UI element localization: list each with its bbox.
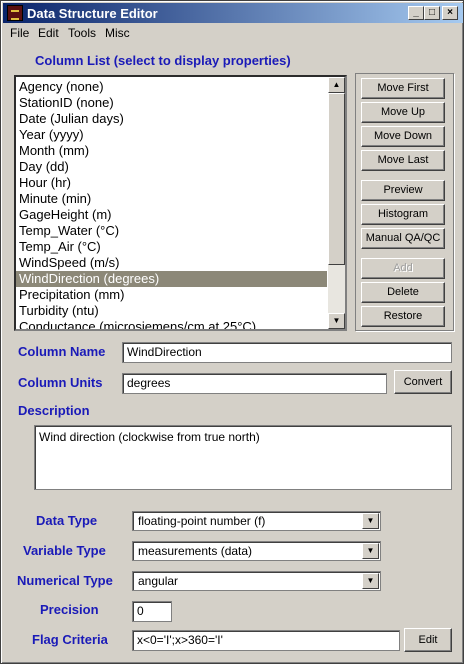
chevron-down-icon[interactable]: ▼ (362, 513, 379, 529)
move-up-button[interactable]: Move Up (361, 102, 445, 123)
scroll-thumb[interactable] (328, 93, 345, 265)
description-label: Description (18, 403, 90, 418)
menu-file[interactable]: File (10, 26, 29, 40)
data-structure-editor-window: Data Structure Editor _ □ × File Edit To… (0, 0, 464, 664)
edit-button[interactable]: Edit (404, 628, 452, 652)
move-first-button[interactable]: Move First (361, 78, 445, 99)
list-item[interactable]: Date (Julian days) (16, 111, 327, 127)
column-list-scrollbar[interactable]: ▲ ▼ (328, 77, 345, 329)
column-name-field[interactable]: WindDirection (122, 342, 452, 363)
scroll-down-icon[interactable]: ▼ (328, 313, 345, 329)
maximize-icon[interactable]: □ (424, 6, 440, 20)
numerical-type-label: Numerical Type (17, 573, 113, 588)
add-button[interactable]: Add (361, 258, 445, 279)
list-item[interactable]: Agency (none) (16, 79, 327, 95)
preview-button[interactable]: Preview (361, 180, 445, 201)
column-name-label: Column Name (18, 344, 106, 359)
list-item[interactable]: GageHeight (m) (16, 207, 327, 223)
precision-label: Precision (40, 602, 99, 617)
convert-button[interactable]: Convert (394, 370, 452, 394)
title-bar: Data Structure Editor _ □ × (3, 3, 463, 23)
column-units-field[interactable]: degrees (122, 373, 387, 394)
menu-edit[interactable]: Edit (38, 26, 59, 40)
list-item[interactable]: WindSpeed (m/s) (16, 255, 327, 271)
list-item[interactable]: Turbidity (ntu) (16, 303, 327, 319)
menu-bar: File Edit Tools Misc (3, 24, 463, 42)
data-type-select[interactable]: floating-point number (f) ▼ (132, 511, 381, 531)
close-icon[interactable]: × (442, 6, 458, 20)
manual-qa-qc-button[interactable]: Manual QA/QC (361, 228, 445, 249)
list-item[interactable]: WindDirection (degrees) (16, 271, 327, 287)
chevron-down-icon[interactable]: ▼ (362, 543, 379, 559)
flag-criteria-label: Flag Criteria (32, 632, 108, 647)
scroll-up-icon[interactable]: ▲ (328, 77, 345, 93)
list-item[interactable]: Day (dd) (16, 159, 327, 175)
list-item[interactable]: Conductance (microsiemens/cm at 25°C) (16, 319, 327, 329)
column-list-label: Column List (select to display propertie… (35, 53, 291, 68)
variable-type-select[interactable]: measurements (data) ▼ (132, 541, 381, 561)
list-item[interactable]: StationID (none) (16, 95, 327, 111)
chevron-down-icon[interactable]: ▼ (362, 573, 379, 589)
delete-button[interactable]: Delete (361, 282, 445, 303)
list-item[interactable]: Minute (min) (16, 191, 327, 207)
flag-criteria-field[interactable]: x<0='I';x>360='I' (132, 630, 400, 651)
list-item[interactable]: Temp_Water (°C) (16, 223, 327, 239)
app-icon (7, 5, 23, 21)
minimize-icon[interactable]: _ (408, 6, 424, 20)
menu-misc[interactable]: Misc (105, 26, 130, 40)
list-item[interactable]: Year (yyyy) (16, 127, 327, 143)
column-actions-panel: Move First Move Up Move Down Move Last P… (355, 73, 454, 331)
numerical-type-select[interactable]: angular ▼ (132, 571, 381, 591)
histogram-button[interactable]: Histogram (361, 204, 445, 225)
column-list[interactable]: Agency (none) StationID (none) Date (Julia… (14, 75, 347, 331)
window-title: Data Structure Editor (27, 6, 158, 21)
variable-type-label: Variable Type (23, 543, 106, 558)
move-down-button[interactable]: Move Down (361, 126, 445, 147)
menu-tools[interactable]: Tools (68, 26, 96, 40)
column-list-rows: Agency (none) StationID (none) Date (Julia… (16, 79, 327, 329)
list-item[interactable]: Hour (hr) (16, 175, 327, 191)
list-item[interactable]: Month (mm) (16, 143, 327, 159)
restore-button[interactable]: Restore (361, 306, 445, 327)
numerical-type-value: angular (138, 574, 179, 588)
list-item[interactable]: Temp_Air (°C) (16, 239, 327, 255)
column-units-label: Column Units (18, 375, 103, 390)
data-type-label: Data Type (36, 513, 98, 528)
data-type-value: floating-point number (f) (138, 514, 266, 528)
precision-field[interactable]: 0 (132, 601, 172, 622)
move-last-button[interactable]: Move Last (361, 150, 445, 171)
variable-type-value: measurements (data) (138, 544, 253, 558)
description-field[interactable]: Wind direction (clockwise from true nort… (34, 425, 452, 490)
list-item[interactable]: Precipitation (mm) (16, 287, 327, 303)
